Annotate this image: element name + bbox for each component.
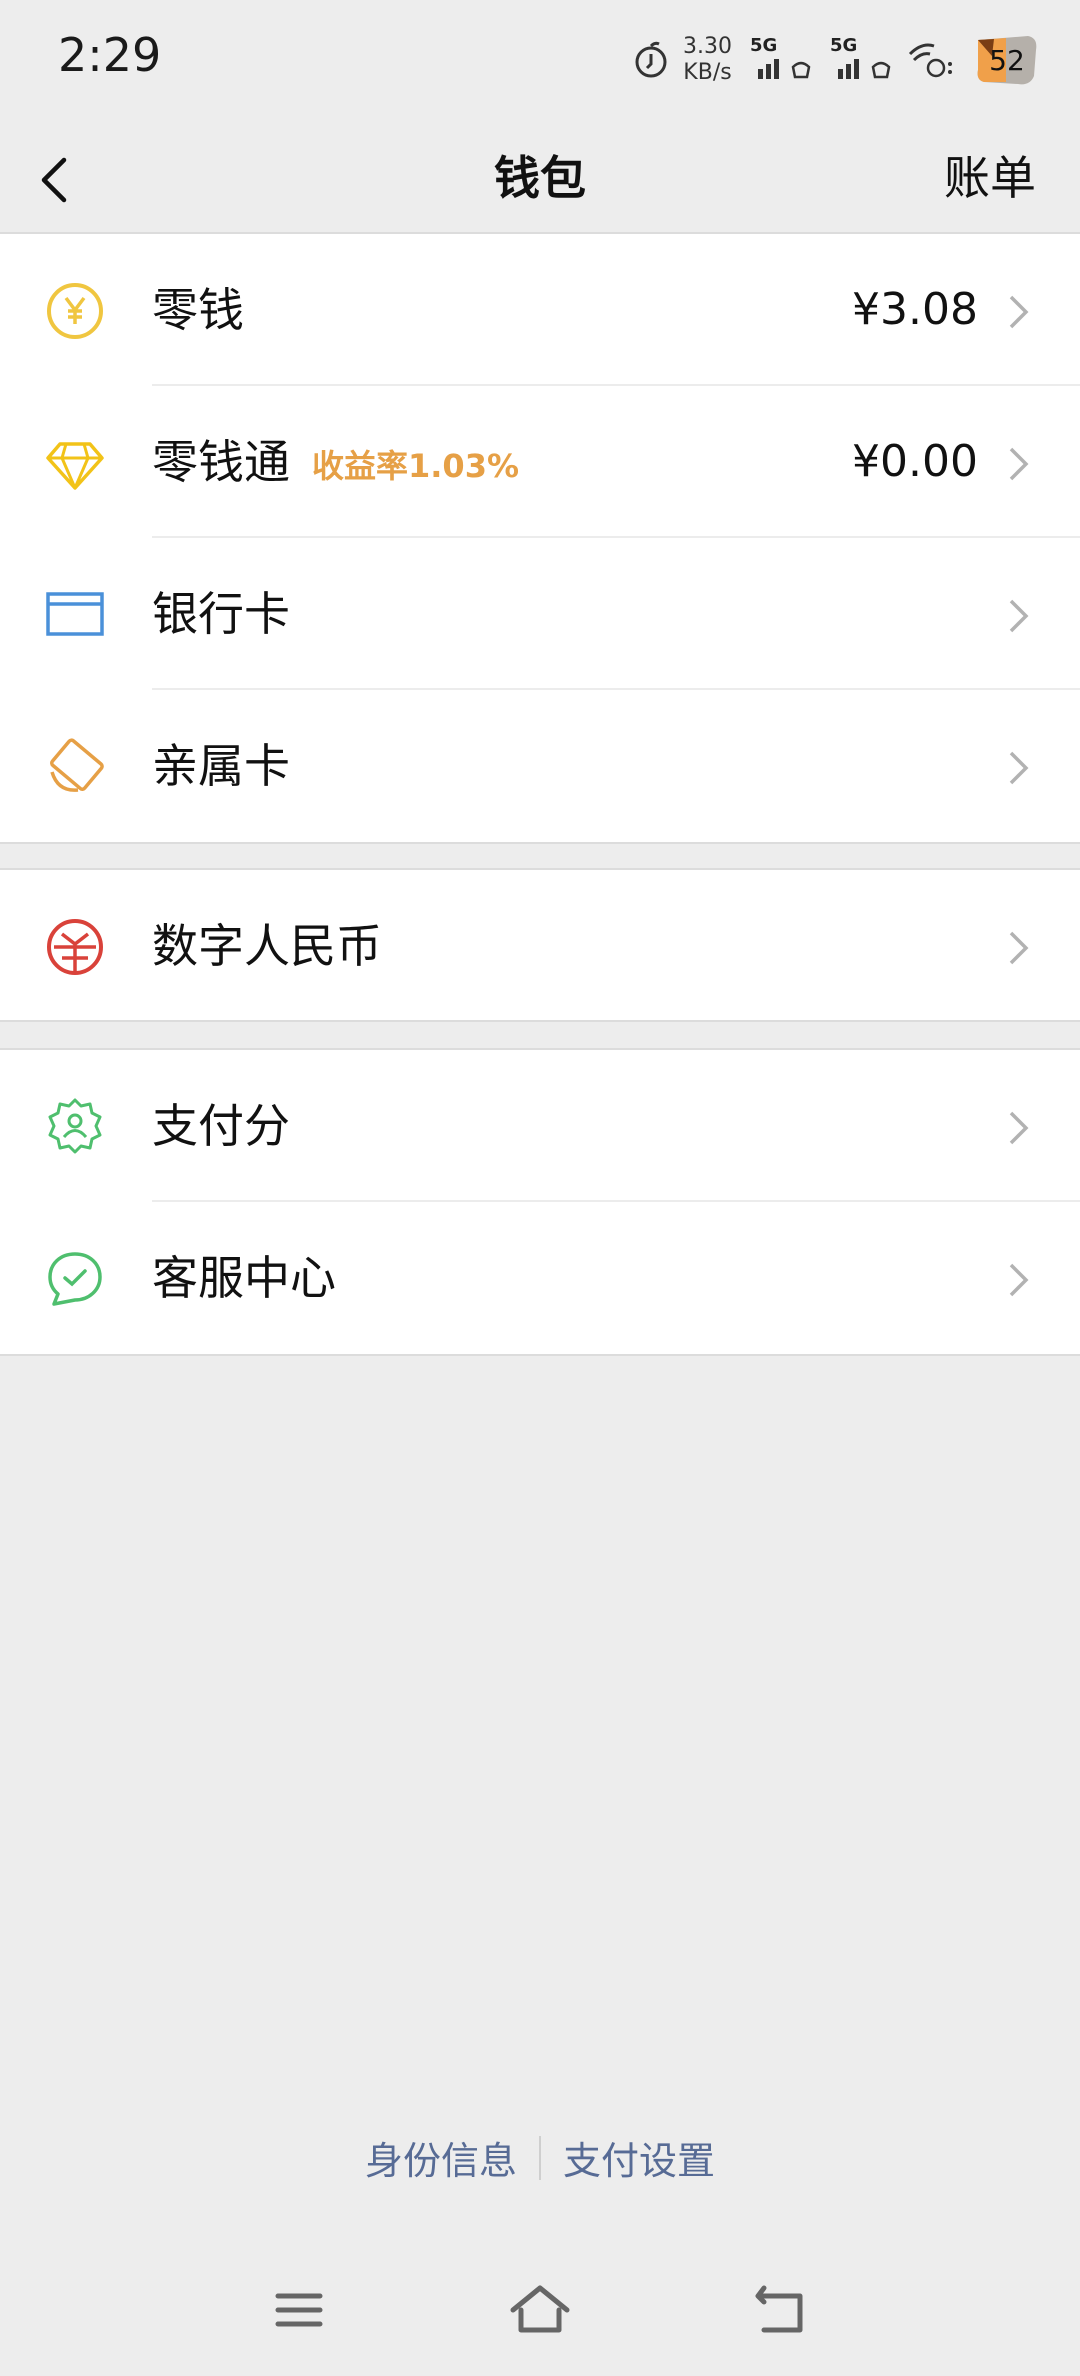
- list-item-pay-score[interactable]: 支付分: [0, 1050, 1080, 1202]
- alarm-apple-icon: [635, 41, 667, 78]
- list-item-change[interactable]: 零钱 ¥3.08: [0, 234, 1080, 386]
- status-icons: 3.30 KB/s 5G 5G 52: [633, 30, 1042, 90]
- item-label: 客服中心: [152, 1251, 336, 1305]
- bank-card-icon: [46, 592, 104, 636]
- item-value: ¥0.00: [852, 436, 978, 487]
- item-label: 零钱: [152, 283, 244, 337]
- network-speed-unit: KB/s: [683, 60, 732, 85]
- status-bar: 2:29 3.30 KB/s 5G 5G 52: [0, 0, 1080, 120]
- pay-score-icon: [48, 1098, 102, 1154]
- family-card-icon: [50, 738, 104, 792]
- sim1-signal-icon: 5G: [746, 33, 812, 87]
- payment-settings-link[interactable]: 支付设置: [563, 2130, 715, 2185]
- battery-level: 52: [989, 43, 1025, 77]
- chevron-right-icon: [1009, 1111, 1029, 1145]
- group-divider: [0, 1354, 1080, 1356]
- list-item-family-card[interactable]: 亲属卡: [0, 690, 1080, 842]
- bill-button[interactable]: 账单: [944, 142, 1036, 208]
- list-item-customer-service[interactable]: 客服中心: [0, 1202, 1080, 1354]
- identity-info-link[interactable]: 身份信息: [365, 2130, 517, 2185]
- footer-link-divider: [539, 2135, 541, 2180]
- sim1-network-type: 5G: [750, 35, 778, 56]
- chevron-right-icon: [1009, 931, 1029, 965]
- network-speed: 3.30 KB/s: [683, 34, 732, 86]
- item-label: 银行卡: [152, 587, 290, 641]
- digital-rmb-group: 数字人民币: [0, 870, 1080, 1020]
- back-return-icon[interactable]: [746, 2280, 816, 2340]
- service-group: 支付分 客服中心: [0, 1050, 1080, 1354]
- list-item-licaitong[interactable]: 零钱通 收益率1.03% ¥0.00: [0, 386, 1080, 538]
- list-item-bank-card[interactable]: 银行卡: [0, 538, 1080, 690]
- sim2-network-type: 5G: [830, 35, 858, 56]
- battery-icon: 52: [972, 32, 1042, 88]
- navigation-bar: 钱包 账单: [0, 120, 1080, 232]
- status-time: 2:29: [58, 28, 162, 82]
- group-divider: [0, 842, 1080, 844]
- network-speed-value: 3.30: [683, 34, 732, 59]
- item-label: 亲属卡: [152, 739, 290, 793]
- chevron-right-icon: [1009, 447, 1029, 481]
- item-value: ¥3.08: [852, 284, 978, 335]
- sim2-signal-icon: 5G: [826, 33, 892, 87]
- item-label: 数字人民币: [152, 919, 382, 973]
- yield-rate-badge: 收益率1.03%: [312, 446, 520, 485]
- footer-links: 身份信息 支付设置: [0, 2130, 1080, 2185]
- chevron-right-icon: [1009, 295, 1029, 329]
- menu-icon[interactable]: [264, 2280, 334, 2340]
- diamond-icon: [46, 442, 104, 490]
- item-label-text: 零钱通: [152, 435, 290, 489]
- chevron-right-icon: [1009, 1263, 1029, 1297]
- digital-rmb-icon: [47, 919, 103, 975]
- page-title: 钱包: [494, 151, 586, 205]
- wallet-main-group: 零钱 ¥3.08 零钱通 收益率1.03% ¥0.00 银行卡 亲属卡: [0, 234, 1080, 842]
- list-item-digital-rmb[interactable]: 数字人民币: [0, 870, 1080, 1020]
- home-icon[interactable]: [505, 2280, 575, 2340]
- item-label: 零钱通 收益率1.03%: [152, 430, 519, 498]
- chevron-right-icon: [1009, 599, 1029, 633]
- wifi-icon: [908, 43, 952, 78]
- chevron-right-icon: [1009, 751, 1029, 785]
- system-navigation-bar: [0, 2270, 1080, 2350]
- group-divider: [0, 1020, 1080, 1022]
- customer-service-icon: [48, 1252, 102, 1306]
- item-label: 支付分: [152, 1099, 290, 1153]
- yuan-coin-icon: [47, 283, 103, 339]
